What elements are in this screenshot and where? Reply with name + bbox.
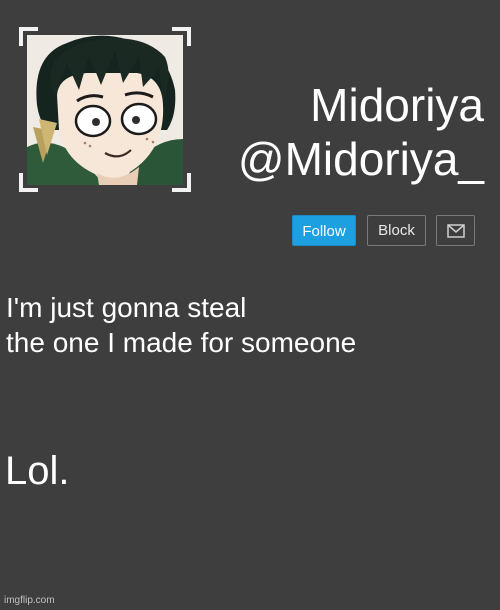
watermark: imgflip.com: [4, 595, 55, 606]
block-button[interactable]: Block: [367, 215, 426, 246]
follow-button[interactable]: Follow: [292, 215, 356, 246]
display-name: Midoriya: [310, 79, 484, 131]
profile-name-block: Midoriya @Midoriya_: [238, 78, 484, 186]
envelope-icon: [446, 223, 465, 238]
post-text: I'm just gonna steal the one I made for …: [6, 290, 356, 360]
avatar-frame: [19, 27, 191, 192]
avatar[interactable]: [27, 35, 183, 185]
avatar-portrait: [27, 35, 183, 185]
announcement-template: Midoriya @Midoriya_ Follow Block I'm jus…: [0, 0, 500, 610]
post-followup: Lol.: [5, 449, 70, 493]
message-button[interactable]: [436, 215, 475, 246]
post-line: the one I made for someone: [6, 327, 357, 358]
post-line: I'm just gonna steal: [6, 292, 247, 323]
user-handle: @Midoriya_: [237, 133, 484, 185]
